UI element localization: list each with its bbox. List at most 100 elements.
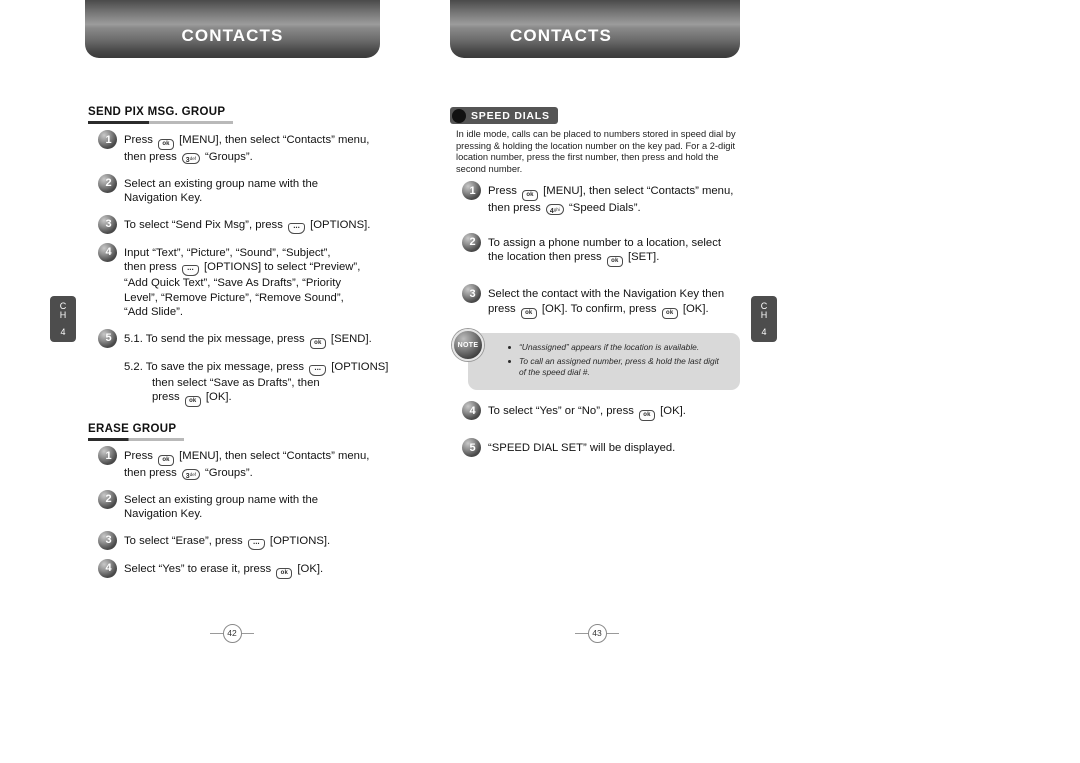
- step-item: 4 Input “Text”, “Picture”, “Sound”, “Sub…: [98, 242, 418, 320]
- page-number-right: 43: [575, 622, 619, 644]
- step-substep-5-2: 5.2. To save the pix message, press ··· …: [124, 360, 418, 407]
- step-number-badge: 1: [98, 446, 117, 465]
- step-number-badge: 1: [462, 181, 481, 200]
- chapter-tab-number: 4: [761, 326, 767, 337]
- steps-speed-dials-part1: 1 Press ok [MENU], then select “Contacts…: [462, 181, 772, 319]
- step-number: 3: [469, 287, 476, 300]
- step-number: 2: [469, 236, 476, 248]
- note-badge-label: NOTE: [457, 341, 479, 349]
- step-number-badge: 5: [98, 328, 117, 348]
- step-item: 2 To assign a phone number to a location…: [462, 232, 772, 267]
- step-item: 2 Select an existing group name with the…: [98, 173, 418, 206]
- section-heading-erase-group: ERASE GROUP: [88, 423, 184, 441]
- step-item: 1 Press ok [MENU], then select “Contacts…: [98, 446, 418, 481]
- page-number-left: 42: [210, 622, 254, 644]
- step-text: Press ok [MENU], then select “Contacts” …: [488, 185, 734, 215]
- ok-key-icon: ok: [606, 256, 623, 267]
- step-number-badge: 4: [98, 242, 117, 262]
- speed-dials-badge-label: SPEED DIALS: [471, 109, 550, 122]
- note-badge-icon: NOTE: [452, 329, 484, 361]
- ok-key-icon: ok: [158, 455, 175, 466]
- left-page-banner: CONTACTS: [85, 0, 380, 58]
- options-key-icon: ···: [181, 265, 199, 276]
- step-item: 5 “SPEED DIAL SET” will be displayed.: [462, 438, 772, 457]
- step-number-badge: 1: [98, 130, 117, 149]
- options-key-icon: ···: [309, 364, 327, 376]
- page-number-value: 43: [587, 623, 607, 643]
- section-heading-rule: [88, 438, 184, 441]
- step-number: 1: [105, 133, 112, 146]
- step-text: Press ok [MENU], then select “Contacts” …: [124, 450, 370, 480]
- step-number: 1: [105, 449, 112, 462]
- step-text: 5.1. To send the pix message, press ok […: [124, 331, 372, 349]
- step-text: Select an existing group name with the Na…: [124, 177, 319, 205]
- chapter-tab-left: C H 4: [50, 296, 76, 342]
- ok-key-icon: ok: [309, 337, 326, 349]
- step-number-badge: 2: [462, 232, 481, 252]
- steps-erase-group: 1 Press ok [MENU], then select “Contacts…: [98, 446, 418, 590]
- step-number-badge: 3: [462, 284, 481, 303]
- ok-key-icon: ok: [661, 307, 678, 319]
- ok-key-icon: ok: [158, 139, 175, 150]
- ok-key-icon: ok: [276, 567, 293, 579]
- right-page-banner: CONTACTS: [450, 0, 740, 58]
- speed-dials-badge: SPEED DIALS: [450, 107, 558, 124]
- step-number: 3: [105, 534, 112, 546]
- options-key-icon: ···: [287, 222, 305, 234]
- num4-key-icon: 4ghi: [545, 204, 564, 215]
- ok-key-icon: ok: [522, 190, 539, 201]
- ok-key-icon: ok: [639, 410, 655, 421]
- manual-page-spread: CONTACTS SEND PIX MSG. GROUP 1 Press ok …: [0, 0, 1080, 763]
- step-number: 2: [105, 177, 112, 189]
- section-heading-label: ERASE GROUP: [88, 423, 177, 435]
- right-page-banner-title: CONTACTS: [510, 26, 612, 45]
- options-key-icon: ···: [247, 538, 265, 550]
- page-number-value: 42: [222, 623, 242, 643]
- steps-send-pix-msg-group: 1 Press ok [MENU], then select “Contacts…: [98, 130, 418, 418]
- step-item: 3 To select “Send Pix Msg”, press ··· [O…: [98, 214, 418, 234]
- step-number: 4: [105, 562, 112, 574]
- step-item: 1 Press ok [MENU], then select “Contacts…: [98, 130, 418, 165]
- left-page-banner-title: CONTACTS: [181, 26, 284, 45]
- step-number: 5: [105, 332, 112, 344]
- section-heading-label: SEND PIX MSG. GROUP: [88, 106, 226, 118]
- steps-speed-dials-part2: 4 To select “Yes” or “No”, press ok [OK]…: [462, 401, 772, 457]
- step-item: 4 Select “Yes” to erase it, press ok [OK…: [98, 558, 418, 579]
- step-item: 1 Press ok [MENU], then select “Contacts…: [462, 181, 772, 216]
- ok-key-icon: ok: [184, 396, 201, 407]
- step-number-badge: 4: [462, 401, 481, 420]
- step-text: To assign a phone number to a location, …: [488, 235, 721, 267]
- step-number: 5: [469, 441, 476, 454]
- step-number-badge: 2: [98, 173, 117, 193]
- chapter-tab-line2: H: [760, 310, 768, 320]
- note-box: “Unassigned” appears if the location is …: [468, 333, 740, 390]
- step-text: To select “Yes” or “No”, press ok [OK].: [488, 403, 686, 421]
- ok-key-icon: ok: [520, 307, 537, 319]
- step-text: Select “Yes” to erase it, press ok [OK].: [124, 561, 323, 579]
- step-text: Press ok [MENU], then select “Contacts” …: [124, 134, 370, 164]
- chapter-tab-line2: H: [59, 310, 67, 320]
- step-number-badge: 3: [98, 214, 117, 234]
- step-text: To select “Send Pix Msg”, press ··· [OPT…: [124, 218, 371, 234]
- step-item: 2 Select an existing group name with the…: [98, 489, 418, 522]
- chapter-tab-right: C H 4: [751, 296, 777, 342]
- num3-key-icon: 3def: [181, 153, 200, 164]
- step-item: 3 Select the contact with the Navigation…: [462, 284, 772, 319]
- step-text: Select the contact with the Navigation K…: [488, 286, 724, 319]
- bullet-circle-icon: [452, 108, 466, 123]
- speed-dials-intro: In idle mode, calls can be placed to num…: [456, 129, 736, 174]
- step-number: 4: [469, 404, 476, 417]
- left-page: CONTACTS SEND PIX MSG. GROUP 1 Press ok …: [0, 0, 440, 763]
- step-text: Input “Text”, “Picture”, “Sound”, “Subje…: [124, 246, 361, 319]
- note-list: “Unassigned” appears if the location is …: [508, 342, 728, 379]
- step-item: 3 To select “Erase”, press ··· [OPTIONS]…: [98, 530, 418, 550]
- step-text: “SPEED DIAL SET” will be displayed.: [488, 442, 676, 454]
- note-item: To call an assigned number, press & hold…: [508, 356, 728, 379]
- step-number-badge: 4: [98, 558, 117, 578]
- section-heading-send-pix-msg-group: SEND PIX MSG. GROUP: [88, 106, 233, 124]
- note-item: “Unassigned” appears if the location is …: [508, 342, 728, 354]
- section-heading-rule: [88, 121, 233, 124]
- step-text: To select “Erase”, press ··· [OPTIONS].: [124, 534, 331, 550]
- step-number: 1: [469, 184, 476, 197]
- step-number: 2: [105, 493, 112, 505]
